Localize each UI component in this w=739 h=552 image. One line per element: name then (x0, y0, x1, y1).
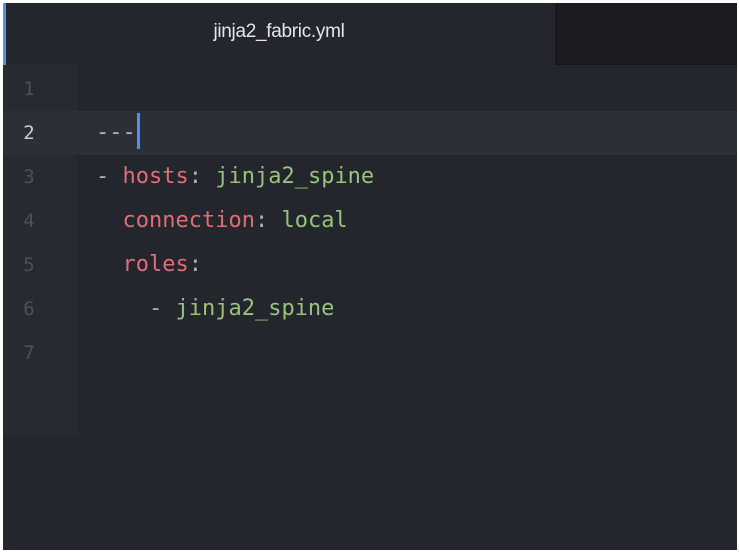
code-line[interactable]: 2 --- (3, 111, 737, 155)
line-number: 1 (23, 78, 35, 100)
yaml-value-token: jinja2_spine (215, 164, 375, 189)
yaml-punct-token: : (188, 164, 216, 189)
line-code: roles: (96, 243, 202, 287)
line-number: 5 (23, 254, 35, 276)
line-code: - jinja2_spine (96, 287, 334, 331)
code-line[interactable]: 6 - jinja2_spine (3, 287, 737, 331)
line-number: 3 (23, 166, 35, 188)
yaml-punct-token: - (96, 296, 176, 321)
line-number: 4 (23, 210, 35, 232)
yaml-punct-token: : (254, 208, 282, 233)
tab-bar: jinja2_fabric.yml (3, 3, 737, 65)
code-line[interactable]: 4 connection: local (3, 199, 737, 243)
yaml-punct-token (96, 252, 123, 277)
code-editor[interactable]: 1 2 --- 3- hosts: jinja2_spine 4 connection:… (3, 65, 737, 550)
yaml-punct-token: - (96, 164, 123, 189)
yaml-value-token: jinja2_spine (175, 296, 335, 321)
code-line[interactable]: 7 (3, 331, 737, 375)
text-cursor (136, 113, 140, 149)
code-line[interactable]: 3 - hosts: jinja2_spine (3, 155, 737, 199)
yaml-key-token: hosts (122, 164, 189, 189)
yaml-key-token: roles (122, 252, 189, 277)
yaml-punct-token: --- (96, 120, 136, 145)
code-line[interactable]: 1 (3, 67, 737, 111)
tab-title: jinja2_fabric.yml (213, 21, 345, 42)
line-code: connection: local (96, 199, 348, 243)
yaml-punct-token: : (188, 252, 202, 277)
line-number: 2 (23, 122, 35, 144)
line-code: - hosts: jinja2_spine (96, 155, 374, 199)
line-number: 6 (23, 298, 35, 320)
yaml-value-token: local (281, 208, 348, 233)
yaml-punct-token (96, 208, 123, 233)
line-number: 7 (23, 342, 35, 364)
yaml-key-token: connection (122, 208, 255, 233)
editor-window: jinja2_fabric.yml 1 2 --- 3 - hosts: jinja2_… (3, 3, 737, 550)
line-code: --- (96, 111, 140, 155)
tab-bar-empty-area (556, 3, 737, 65)
tab-jinja2-fabric-yml[interactable]: jinja2_fabric.yml (3, 3, 555, 65)
code-line[interactable]: 5 roles: (3, 243, 737, 287)
